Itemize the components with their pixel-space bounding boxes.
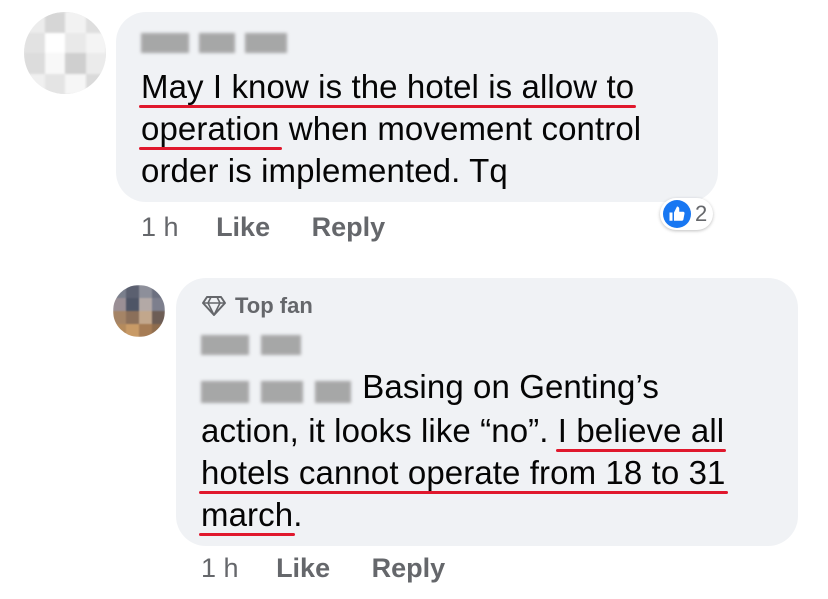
text-segment: when movement control: [279, 110, 642, 147]
reply-button[interactable]: Reply: [312, 212, 386, 243]
comment-time[interactable]: 1 h: [141, 212, 179, 243]
like-button[interactable]: Like: [216, 212, 270, 243]
reaction-summary[interactable]: 2: [660, 198, 714, 230]
text-line: march.: [201, 494, 726, 536]
reply-like-button[interactable]: Like: [276, 553, 330, 584]
underlined-text: operation: [141, 110, 280, 147]
text-line: hotels cannot operate from 18 to 31: [201, 452, 726, 494]
underlined-text: march: [201, 496, 294, 534]
text-segment: Basing on Genting’s: [353, 368, 659, 405]
top-fan-label: Top fan: [235, 293, 313, 318]
reply-reply-button[interactable]: Reply: [372, 553, 446, 584]
underlined-text: May I know is the hotel is allow to: [141, 68, 635, 105]
reply-avatar[interactable]: [113, 285, 165, 337]
underlined-text: hotels cannot operate from 18 to 31: [201, 454, 726, 492]
reply-actions: 1 h Like Reply: [201, 553, 445, 584]
thumbs-up-icon: [663, 200, 691, 228]
reply-text: Basing on Genting’s action, it looks like…: [201, 366, 726, 536]
commenter-avatar[interactable]: [24, 12, 106, 94]
comment-author-name[interactable]: [141, 33, 287, 53]
reaction-count: 2: [695, 201, 708, 226]
text-line: May I know is the hotel is allow to: [141, 66, 641, 108]
comment-text: May I know is the hotel is allow to opera…: [141, 66, 641, 192]
reply-author-name[interactable]: [201, 335, 301, 355]
underlined-text: I believe all: [557, 412, 725, 450]
text-line: operation when movement control: [141, 108, 641, 150]
comment-actions: 1 h Like Reply: [141, 212, 385, 243]
text-line: Basing on Genting’s: [201, 366, 726, 410]
text-line: order is implemented. Tq: [141, 150, 641, 192]
text-line: action, it looks like “no”. I believe al…: [201, 410, 726, 452]
diamond-icon: [201, 295, 227, 317]
reply-time[interactable]: 1 h: [201, 553, 239, 584]
text-segment: .: [293, 496, 303, 534]
text-segment: order is implemented. Tq: [141, 152, 508, 189]
top-fan-badge: Top fan: [201, 293, 313, 319]
mention-tag[interactable]: [201, 368, 351, 410]
text-segment: action, it looks like “no”.: [201, 412, 558, 450]
